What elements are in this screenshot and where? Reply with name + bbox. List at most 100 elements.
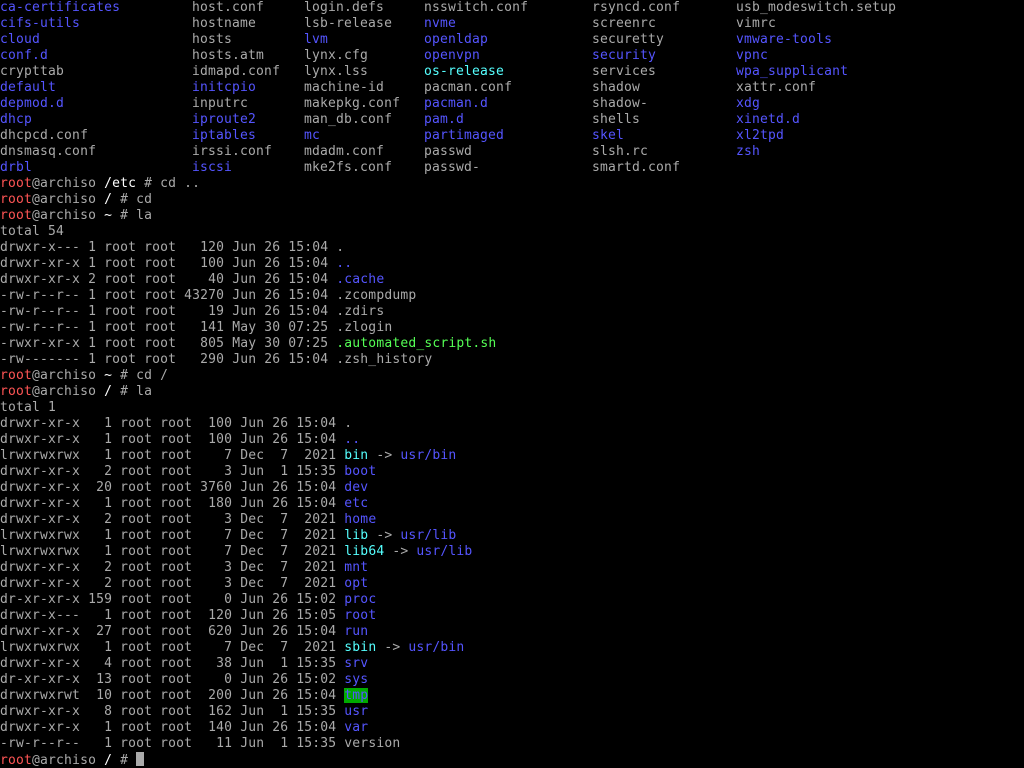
listing-meta: lrwxrwxrwx 1 root root 7 Dec 7 2021 [0, 640, 345, 655]
listing-name: .. [336, 256, 353, 271]
etc-entry: securetty [592, 32, 665, 47]
listing-row: drwxr-xr-x 1 root root 180 Jun 26 15:04 … [0, 496, 1024, 512]
etc-entry: pacman.d [424, 96, 489, 111]
symlink-target: usr/bin [400, 448, 457, 463]
prompt-host: @archiso [32, 176, 97, 191]
listing-meta: -rw-r--r-- 1 root root 19 Jun 26 15:04 [0, 304, 337, 319]
listing-row: -rw-r--r-- 1 root root 19 Jun 26 15:04 .… [0, 304, 1024, 320]
prompt-command: # cd [112, 192, 153, 207]
listing-name: etc [344, 496, 369, 511]
listing-row: lrwxrwxrwx 1 root root 7 Dec 7 2021 sbin… [0, 640, 1024, 656]
etc-entry: partimaged [424, 128, 505, 143]
listing-meta: lrwxrwxrwx 1 root root 7 Dec 7 2021 [0, 544, 345, 559]
listing-total: total 54 [0, 224, 1024, 240]
prompt-user: root [0, 176, 33, 191]
listing-row: dr-xr-xr-x 13 root root 0 Jun 26 15:02 s… [0, 672, 1024, 688]
listing-meta: drwxr-xr-x 1 root root 140 Jun 26 15:04 [0, 720, 345, 735]
listing-meta: -rw------- 1 root root 290 Jun 26 15:04 [0, 352, 337, 367]
listing-name: tmp [344, 688, 369, 703]
listing-meta: drwxr-xr-x 4 root root 38 Jun 1 15:35 [0, 656, 345, 671]
text-cursor[interactable] [136, 752, 145, 766]
prompt-user: root [0, 753, 33, 768]
listing-meta: drwxr-x--- 1 root root 120 Jun 26 15:05 [0, 608, 345, 623]
prompt-path: ~ [104, 208, 113, 223]
listing-name: home [344, 512, 377, 527]
listing-name: lib64 [344, 544, 385, 559]
listing-row: drwxr-xr-x 2 root root 3 Dec 7 2021 mnt [0, 560, 1024, 576]
listing-meta: dr-xr-xr-x 159 root root 0 Jun 26 15:02 [0, 592, 345, 607]
listing-row: drwxr-xr-x 1 root root 140 Jun 26 15:04 … [0, 720, 1024, 736]
etc-entry: mc [304, 128, 321, 143]
etc-entry: os-release [424, 64, 505, 79]
etc-entry: passwd [424, 144, 473, 159]
etc-entry: wpa_supplicant [736, 64, 849, 79]
prompt-host: @archiso [32, 208, 97, 223]
listing-meta: drwxr-xr-x 20 root root 3760 Jun 26 15:0… [0, 480, 345, 495]
etc-entry: lvm [304, 32, 329, 47]
etc-entry: cifs-utils [0, 16, 81, 31]
listing-meta: lrwxrwxrwx 1 root root 7 Dec 7 2021 [0, 448, 345, 463]
etc-entry: drbl [0, 160, 33, 175]
terminal-screen[interactable]: ca-certificates host.conf login.defs nsswit… [0, 0, 1024, 768]
listing-row: lrwxrwxrwx 1 root root 7 Dec 7 2021 bin … [0, 448, 1024, 464]
listing-name: root [344, 608, 377, 623]
listing-row: -rwxr-xr-x 1 root root 805 May 30 07:25 … [0, 336, 1024, 352]
etc-entry: openldap [424, 32, 489, 47]
etc-entry: services [592, 64, 657, 79]
listing-meta: drwxr-xr-x 2 root root 3 Jun 1 15:35 [0, 464, 345, 479]
symlink-target: usr/lib [400, 528, 457, 543]
listing-meta: drwxr-xr-x 1 root root 100 Jun 26 15:04 [0, 256, 337, 271]
prompt-user: root [0, 368, 33, 383]
listing-meta: -rw-r--r-- 1 root root 43270 Jun 26 15:0… [0, 288, 337, 303]
etc-entry: vpnc [736, 48, 769, 63]
prompt-command: # la [112, 384, 153, 399]
listing-name: var [344, 720, 369, 735]
etc-entry: passwd- [424, 160, 481, 175]
listing-name: version [344, 736, 401, 751]
listing-name: lib [344, 528, 369, 543]
listing-total-text: total 1 [0, 400, 57, 415]
prompt-command: # cd .. [136, 176, 201, 191]
etc-entry: makepkg.conf [304, 96, 401, 111]
etc-entry: lynx.lss [304, 64, 369, 79]
symlink-arrow: -> [368, 448, 401, 463]
listing-total-text: total 54 [0, 224, 65, 239]
listing-row: drwxrwxrwt 10 root root 200 Jun 26 15:04… [0, 688, 1024, 704]
prompt-host: @archiso [32, 753, 97, 768]
listing-row: drwxr-x--- 1 root root 120 Jun 26 15:04 … [0, 240, 1024, 256]
etc-entry: xl2tpd [736, 128, 785, 143]
etc-entry: pam.d [424, 112, 465, 127]
etc-entry: rsyncd.conf [592, 0, 681, 15]
listing-row: lrwxrwxrwx 1 root root 7 Dec 7 2021 lib6… [0, 544, 1024, 560]
listing-meta: drwxr-x--- 1 root root 120 Jun 26 15:04 [0, 240, 337, 255]
etc-entry: vmware-tools [736, 32, 833, 47]
listing-row: -rw------- 1 root root 290 Jun 26 15:04 … [0, 352, 1024, 368]
symlink-arrow: -> [384, 544, 417, 559]
prompt-host: @archiso [32, 368, 97, 383]
listing-meta: drwxr-xr-x 2 root root 3 Dec 7 2021 [0, 560, 345, 575]
prompt-command: # la [112, 208, 153, 223]
listing-name: sys [344, 672, 369, 687]
etc-entry: usb_modeswitch.setup [736, 0, 897, 15]
etc-entry: shells [592, 112, 641, 127]
etc-entry: iproute2 [192, 112, 257, 127]
listing-row: drwxr-xr-x 20 root root 3760 Jun 26 15:0… [0, 480, 1024, 496]
listing-name: usr [344, 704, 369, 719]
etc-entry: cloud [0, 32, 41, 47]
prompt-path: /etc [104, 176, 137, 191]
etc-listing-row: depmod.d inputrc makepkg.conf pacman.d shado… [0, 96, 1024, 112]
listing-name: run [344, 624, 369, 639]
shell-prompt: root@archiso / # la [0, 384, 1024, 400]
listing-row: drwxr-xr-x 4 root root 38 Jun 1 15:35 sr… [0, 656, 1024, 672]
listing-meta: drwxr-xr-x 2 root root 3 Dec 7 2021 [0, 512, 345, 527]
listing-meta: drwxr-xr-x 2 root root 3 Dec 7 2021 [0, 576, 345, 591]
etc-listing-row: ca-certificates host.conf login.defs nsswit… [0, 0, 1024, 16]
listing-total: total 1 [0, 400, 1024, 416]
symlink-arrow: -> [368, 528, 401, 543]
listing-meta: -rwxr-xr-x 1 root root 805 May 30 07:25 [0, 336, 337, 351]
etc-entry: mdadm.conf [304, 144, 385, 159]
shell-prompt: root@archiso / # [0, 752, 1024, 768]
etc-entry: xdg [736, 96, 761, 111]
listing-name: .zsh_history [336, 352, 433, 367]
listing-name: mnt [344, 560, 369, 575]
